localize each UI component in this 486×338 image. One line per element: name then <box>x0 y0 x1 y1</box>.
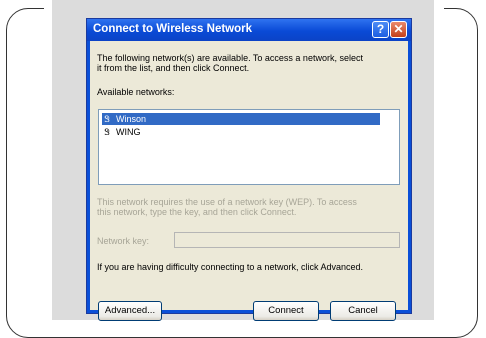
intro-text-line2: it from the list, and then click Connect… <box>97 63 250 73</box>
title-bar[interactable]: Connect to Wireless Network ? ✕ <box>87 19 411 41</box>
dialog-body: The following network(s) are available. … <box>90 41 408 321</box>
antenna-icon: Ꮥ <box>104 127 110 137</box>
network-key-label: Network key: <box>97 236 150 246</box>
help-button[interactable]: ? <box>372 21 389 38</box>
dialog-title: Connect to Wireless Network <box>93 23 253 35</box>
wep-text-line1: This network requires the use of a netwo… <box>97 197 357 207</box>
network-name: WING <box>116 127 141 137</box>
connect-button[interactable]: Connect <box>253 301 319 321</box>
connect-wireless-dialog: Connect to Wireless Network ? ✕ The foll… <box>86 18 412 321</box>
intro-text-line1: The following network(s) are available. … <box>97 53 363 63</box>
cancel-button[interactable]: Cancel <box>330 301 396 321</box>
advanced-button[interactable]: Advanced... <box>98 301 162 321</box>
advanced-hint-text: If you are having difficulty connecting … <box>97 262 363 272</box>
list-item[interactable]: Ꮥ WING <box>102 126 141 138</box>
close-button[interactable]: ✕ <box>390 21 407 38</box>
network-list[interactable]: Ꮥ Winson Ꮥ WING <box>98 109 400 185</box>
list-item[interactable]: Ꮥ Winson <box>102 113 380 125</box>
available-networks-label: Available networks: <box>97 87 175 97</box>
antenna-icon: Ꮥ <box>104 114 110 124</box>
close-icon: ✕ <box>393 22 404 36</box>
network-key-field[interactable] <box>174 232 400 248</box>
network-name: Winson <box>116 114 147 124</box>
help-icon: ? <box>376 22 385 36</box>
wep-text-line2: this network, type the key, and then cli… <box>97 207 297 217</box>
